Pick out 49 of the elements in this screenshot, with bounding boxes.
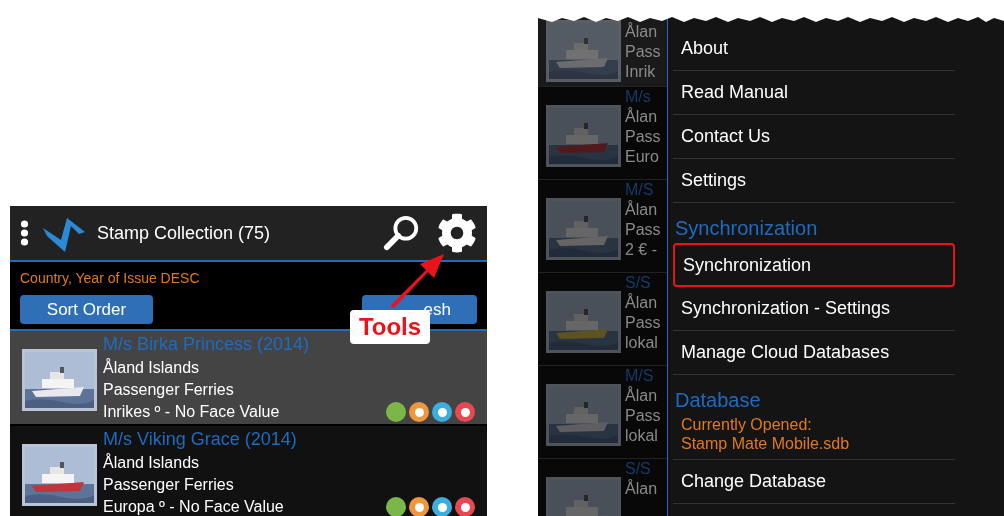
app-title: Stamp Collection (75): [97, 221, 271, 245]
stamp-value: Europa º - No Face Value: [103, 497, 284, 516]
settings-icon[interactable]: [437, 213, 477, 253]
stamp-detail: Ålan: [625, 293, 659, 313]
stamp-detail: Pass: [625, 220, 661, 240]
stamp-title: S/S: [625, 273, 652, 293]
stamp-detail: Pass: [625, 313, 661, 333]
section-heading: Database: [674, 388, 762, 413]
stamp-detail: Ålan: [625, 107, 659, 127]
stamp-country: Åland Islands: [103, 452, 201, 473]
stamp-row[interactable]: M/s Viking Grace (2014) Åland Islands Passenger Ferries Europa º - No Face Value: [10, 426, 487, 516]
stamp-country: Åland Islands: [103, 357, 201, 378]
stamp-detail: Pass: [625, 127, 661, 147]
drawer-item[interactable]: About: [673, 27, 955, 71]
stamp-title: M/s Birka Princess (2014): [103, 333, 311, 356]
sort-label: Country, Year of Issue DESC: [20, 269, 201, 288]
drawer-item[interactable]: Change Database: [673, 460, 955, 504]
search-icon[interactable]: [383, 214, 421, 252]
stamp-detail: Pass: [625, 42, 661, 62]
stamp-title: M/S: [625, 366, 655, 386]
stamp-detail: Pass: [625, 406, 661, 426]
stamp-detail: Ålan: [625, 386, 659, 406]
database-info: Stamp Mate Mobile.sdb: [681, 434, 851, 453]
section-heading: Synchronization: [674, 216, 819, 241]
database-info: Currently Opened:: [681, 415, 813, 434]
drawer-item[interactable]: Synchronization: [673, 243, 955, 287]
stamp-category: Passenger Ferries: [103, 475, 235, 495]
drawer-item[interactable]: Settings: [673, 159, 955, 203]
stamp-title: S/S: [625, 459, 652, 479]
stamp-detail: 2 € -: [625, 240, 658, 260]
tools-tooltip: Tools: [350, 310, 430, 344]
drawer-item[interactable]: Manage Cloud Databases: [673, 331, 955, 375]
drawer-item[interactable]: Contact Us: [673, 115, 955, 159]
stamp-detail: lokal: [625, 426, 659, 446]
stamp-title: M/S: [625, 180, 655, 200]
drawer-item[interactable]: Synchronization - Settings: [673, 287, 955, 331]
drawer-item[interactable]: Read Manual: [673, 71, 955, 115]
stamp-detail: Ålan: [625, 22, 659, 42]
stamp-detail: Euro: [625, 147, 660, 167]
stamp-detail: Ålan: [625, 479, 658, 499]
stamp-detail: lokal: [625, 333, 659, 353]
menu-icon[interactable]: [20, 219, 29, 247]
sort-order-button[interactable]: Sort Order: [20, 295, 153, 324]
stamp-detail: Inrik: [625, 62, 657, 82]
stamp-detail: Ålan: [625, 200, 659, 220]
stamp-title: M/s Viking Grace (2014): [103, 428, 298, 451]
stamp-value: Inrikes º - No Face Value: [103, 402, 280, 422]
stamp-title: M/s: [625, 87, 652, 107]
stamp-category: Passenger Ferries: [103, 380, 235, 400]
